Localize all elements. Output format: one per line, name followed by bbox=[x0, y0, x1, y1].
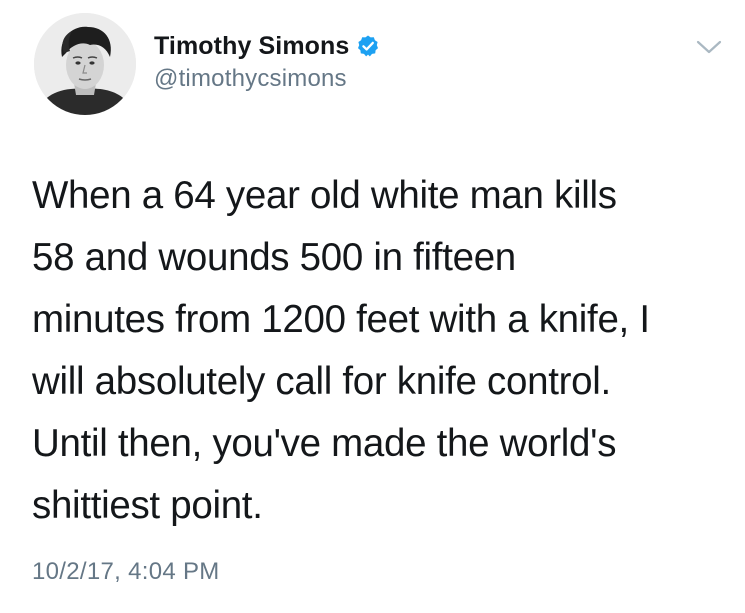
tweet-text-line: Until then, you've made the world's bbox=[32, 422, 617, 465]
tweet-text: When a 64 year old white man kills 58 an… bbox=[32, 165, 732, 537]
tweet-text-line: 58 and wounds 500 in fifteen bbox=[32, 236, 516, 279]
tweet-author[interactable]: Timothy Simons @timothycsimons bbox=[154, 29, 654, 93]
tweet-text-line: When a 64 year old white man kills bbox=[32, 174, 617, 217]
tweet-text-line: shittiest point. bbox=[32, 484, 263, 527]
tweet-timestamp[interactable]: 10/2/17, 4:04 PM bbox=[32, 558, 220, 586]
display-name[interactable]: Timothy Simons bbox=[154, 32, 349, 61]
username-handle[interactable]: @timothycsimons bbox=[154, 65, 654, 93]
tweet-card: Timothy Simons @timothycsimons When a 64… bbox=[0, 0, 745, 613]
tweet-text-line: will absolutely call for knife control. bbox=[32, 360, 611, 403]
verified-badge-icon bbox=[356, 34, 380, 58]
chevron-down-icon[interactable] bbox=[695, 39, 723, 57]
avatar-photo bbox=[34, 13, 136, 115]
tweet-text-line: minutes from 1200 feet with a knife, I bbox=[32, 298, 650, 341]
name-row: Timothy Simons bbox=[154, 29, 654, 63]
avatar[interactable] bbox=[34, 13, 136, 115]
